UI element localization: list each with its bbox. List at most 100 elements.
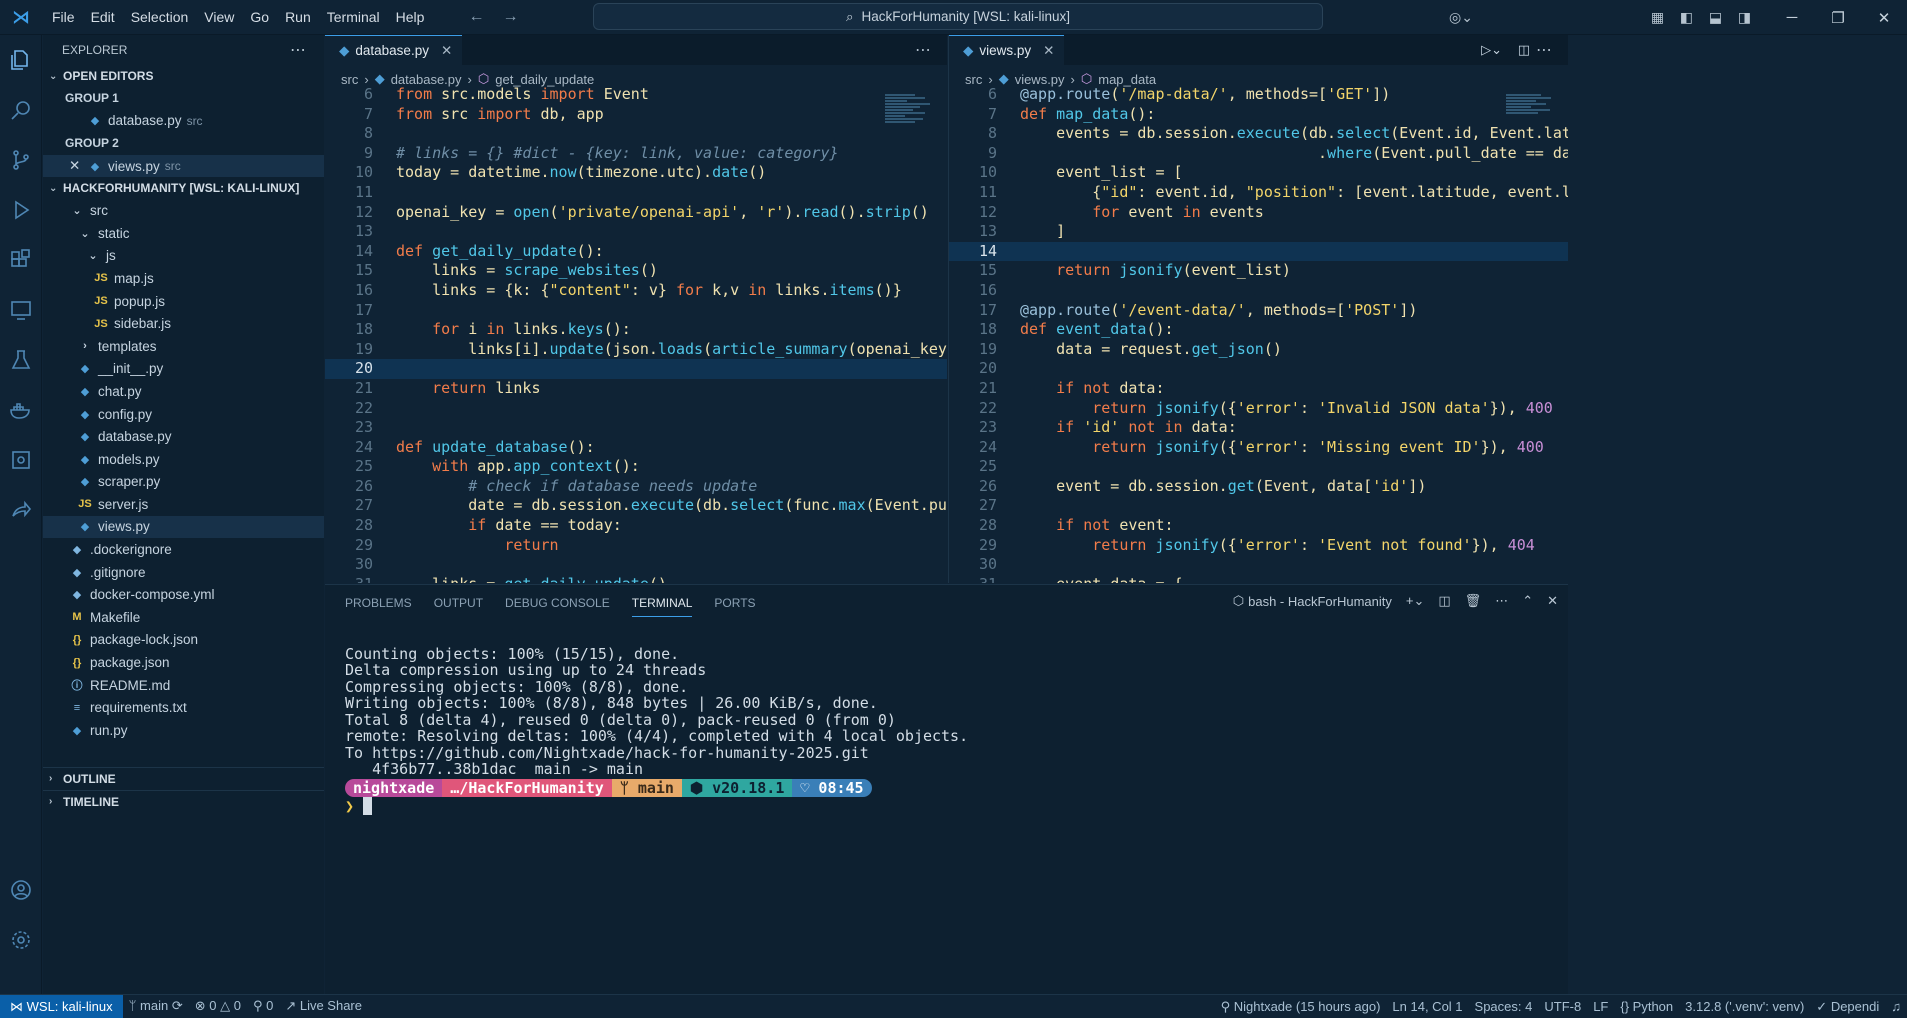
code-line[interactable]: 19 data = request.get_json() bbox=[949, 340, 1568, 360]
dependi-status[interactable]: ✓ Dependi bbox=[1810, 999, 1885, 1015]
code-line[interactable]: 22 return jsonify({'error': 'Invalid JSO… bbox=[949, 399, 1568, 419]
tab-database-py[interactable]: ◆ database.py ✕ bbox=[325, 35, 463, 65]
problems-status[interactable]: ⊗ 0 △ 0 bbox=[189, 998, 247, 1014]
end-of-line[interactable]: LF bbox=[1587, 999, 1614, 1014]
code-line[interactable]: 25 bbox=[949, 457, 1568, 477]
run-debug-icon[interactable] bbox=[0, 185, 42, 235]
tree-item[interactable]: ◆ docker-compose.yml bbox=[43, 583, 324, 606]
tree-item[interactable]: ◆ .gitignore bbox=[43, 561, 324, 584]
split-terminal-icon[interactable]: ◫ bbox=[1438, 593, 1450, 609]
live-share-icon[interactable] bbox=[0, 485, 42, 535]
indentation[interactable]: Spaces: 4 bbox=[1469, 999, 1539, 1014]
tree-item[interactable]: {} package.json bbox=[43, 651, 324, 674]
code-line[interactable]: 27 date = db.session.execute(db.select(f… bbox=[325, 496, 947, 516]
minimize-icon[interactable]: ─ bbox=[1769, 9, 1815, 27]
branch-status[interactable]: ᛘ main ⟳ bbox=[123, 998, 189, 1014]
code-line[interactable]: 25 with app.app_context(): bbox=[325, 457, 947, 477]
tree-item[interactable]: ≡ requirements.txt bbox=[43, 696, 324, 719]
docker-icon[interactable] bbox=[0, 385, 42, 435]
minimap[interactable] bbox=[885, 93, 935, 193]
code-line[interactable]: 31 event_data = { bbox=[949, 575, 1568, 583]
menu-run[interactable]: Run bbox=[277, 0, 319, 35]
code-line[interactable]: 26 # check if database needs update bbox=[325, 477, 947, 497]
tree-item[interactable]: ◆ .dockerignore bbox=[43, 538, 324, 561]
back-arrow-icon[interactable]: ← bbox=[468, 8, 484, 26]
code-line[interactable]: 19 links[i].update(json.loads(article_su… bbox=[325, 340, 947, 360]
extensions-icon[interactable] bbox=[0, 235, 42, 285]
code-line[interactable]: 21 if not data: bbox=[949, 379, 1568, 399]
code-line[interactable]: 7 def map_data(): bbox=[949, 105, 1568, 125]
code-line[interactable]: 18 def event_data(): bbox=[949, 320, 1568, 340]
ports-status[interactable]: ⚲ 0 bbox=[247, 998, 279, 1014]
tree-item[interactable]: › templates bbox=[43, 335, 324, 358]
code-line[interactable]: 28 if not event: bbox=[949, 516, 1568, 536]
tree-item[interactable]: ◆ database.py bbox=[43, 425, 324, 448]
notifications-bell-icon[interactable]: ♫ bbox=[1885, 999, 1907, 1014]
code-line[interactable]: 22 bbox=[325, 399, 947, 419]
close-tab-icon[interactable]: ✕ bbox=[441, 43, 452, 59]
maximize-panel-icon[interactable]: ⌃ bbox=[1522, 593, 1533, 609]
menu-help[interactable]: Help bbox=[388, 0, 433, 35]
code-line[interactable]: 9 # links = {} #dict - {key: link, value:… bbox=[325, 144, 947, 164]
code-line[interactable]: 30 bbox=[325, 555, 947, 575]
timeline-section[interactable]: › TIMELINE bbox=[43, 790, 324, 812]
toggle-sidebar-icon[interactable]: ◧ bbox=[1672, 9, 1701, 26]
code-line[interactable]: 11 bbox=[325, 183, 947, 203]
more-actions-icon[interactable]: ⋯ bbox=[915, 40, 931, 60]
code-line[interactable]: 31 links = get_daily_update() bbox=[325, 575, 947, 583]
code-line[interactable]: 16 links = {k: {"content": v} for k,v in… bbox=[325, 281, 947, 301]
tree-item[interactable]: JS server.js bbox=[43, 493, 324, 516]
trash-icon[interactable]: 🗑 bbox=[1465, 593, 1482, 609]
tree-item[interactable]: ⌄ js bbox=[43, 245, 324, 268]
code-line[interactable]: 8 events = db.session.execute(db.select(… bbox=[949, 124, 1568, 144]
tree-item[interactable]: ⓘ README.md bbox=[43, 674, 324, 697]
menu-go[interactable]: Go bbox=[242, 0, 277, 35]
code-line[interactable]: 12 for event in events bbox=[949, 203, 1568, 223]
outline-section[interactable]: › OUTLINE bbox=[43, 767, 324, 789]
copilot-icon[interactable]: ◎⌄ bbox=[1439, 9, 1483, 26]
remote-explorer-icon[interactable] bbox=[0, 285, 42, 335]
tree-item[interactable]: ◆ config.py bbox=[43, 403, 324, 426]
more-actions-icon[interactable]: ⋯ bbox=[1536, 40, 1552, 60]
code-line[interactable]: 14 def get_daily_update(): bbox=[325, 242, 947, 262]
close-tab-icon[interactable]: ✕ bbox=[1043, 43, 1054, 59]
tab-terminal[interactable]: TERMINAL bbox=[631, 596, 693, 617]
tree-item[interactable]: ◆ run.py bbox=[43, 719, 324, 742]
tree-item[interactable]: ◆ chat.py bbox=[43, 380, 324, 403]
close-icon[interactable]: ✕ bbox=[69, 158, 87, 174]
tab-debug-console[interactable]: DEBUG CONSOLE bbox=[505, 596, 610, 610]
menu-terminal[interactable]: Terminal bbox=[319, 0, 388, 35]
code-line[interactable]: 10 event_list = [ bbox=[949, 163, 1568, 183]
code-line[interactable]: 29 return bbox=[325, 536, 947, 556]
tab-views-py[interactable]: ◆ views.py ✕ bbox=[949, 35, 1065, 65]
close-window-icon[interactable]: ✕ bbox=[1861, 9, 1907, 27]
code-line[interactable]: 9 .where(Event.pull_date == date bbox=[949, 144, 1568, 164]
encoding[interactable]: UTF-8 bbox=[1538, 999, 1587, 1014]
menu-file[interactable]: File bbox=[44, 0, 83, 35]
code-line[interactable]: 23 if 'id' not in data: bbox=[949, 418, 1568, 438]
terminal-cursor[interactable]: ❯ bbox=[345, 797, 373, 815]
code-line[interactable]: 6 @app.route('/map-data/', methods=['GET'… bbox=[949, 85, 1568, 105]
menu-view[interactable]: View bbox=[196, 0, 242, 35]
command-center-search[interactable]: ⌕ HackForHumanity [WSL: kali-linux] bbox=[593, 3, 1323, 30]
code-line[interactable]: 12 openai_key = open('private/openai-api'… bbox=[325, 203, 947, 223]
code-line[interactable]: 18 for i in links.keys(): bbox=[325, 320, 947, 340]
tab-output[interactable]: OUTPUT bbox=[434, 596, 483, 610]
tree-item[interactable]: ◆ views.py bbox=[43, 515, 324, 539]
code-line[interactable]: 7 from src import db, app bbox=[325, 105, 947, 125]
tree-item[interactable]: JS popup.js bbox=[43, 290, 324, 313]
code-line[interactable]: 21 return links bbox=[325, 379, 947, 399]
code-line[interactable]: 16 bbox=[949, 281, 1568, 301]
code-line[interactable]: 11 {"id": event.id, "position": [event.l… bbox=[949, 183, 1568, 203]
toggle-secondary-sidebar-icon[interactable]: ◨ bbox=[1730, 9, 1759, 26]
code-line[interactable]: 13 ] bbox=[949, 222, 1568, 242]
run-python-icon[interactable]: ▷⌄ bbox=[1481, 42, 1502, 58]
git-blame-status[interactable]: ⚲ Nightxade (15 hours ago) bbox=[1215, 999, 1387, 1015]
code-editor[interactable]: 6 from src.models import Event 7 from src i… bbox=[325, 85, 947, 583]
search-view-icon[interactable] bbox=[0, 85, 42, 135]
customize-layout-icon[interactable]: ▦ bbox=[1643, 9, 1672, 26]
code-line[interactable]: 17 bbox=[325, 301, 947, 321]
new-terminal-icon[interactable]: +⌄ bbox=[1406, 593, 1424, 609]
source-control-icon[interactable] bbox=[0, 135, 42, 185]
tree-item[interactable]: ◆ scraper.py bbox=[43, 471, 324, 494]
